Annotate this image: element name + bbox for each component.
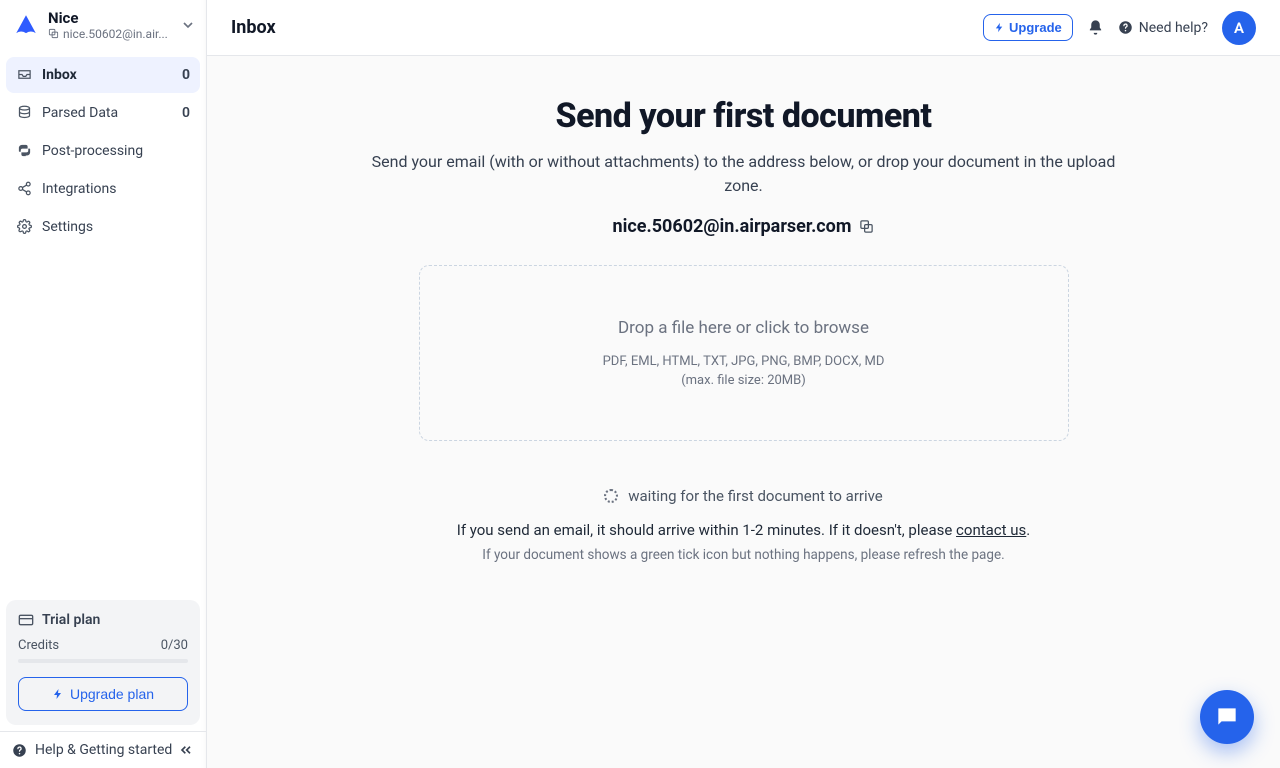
avatar[interactable]: A	[1222, 11, 1256, 45]
dropzone-title: Drop a file here or click to browse	[440, 318, 1048, 338]
bolt-icon	[52, 688, 64, 700]
sidebar-item-integrations[interactable]: Integrations	[6, 171, 200, 207]
sidebar: Nice nice.50602@in.air... Inbox 0	[0, 0, 207, 768]
upload-dropzone[interactable]: Drop a file here or click to browse PDF,…	[419, 265, 1069, 441]
share-icon	[16, 181, 32, 196]
gear-icon	[16, 219, 32, 234]
upgrade-button[interactable]: Upgrade	[983, 14, 1073, 41]
hint-refresh: If your document shows a green tick icon…	[364, 547, 1124, 563]
help-getting-started[interactable]: Help & Getting started	[0, 731, 206, 768]
spinner-icon	[604, 489, 618, 503]
sidebar-item-inbox[interactable]: Inbox 0	[6, 57, 200, 93]
contact-us-link[interactable]: contact us	[956, 521, 1026, 539]
topbar: Inbox Upgrade Need help?	[207, 0, 1280, 56]
inbox-email: nice.50602@in.airparser.com	[613, 216, 852, 237]
bell-icon[interactable]	[1087, 19, 1104, 36]
upgrade-label: Upgrade	[1009, 20, 1062, 35]
hero-heading: Send your first document	[364, 96, 1124, 136]
sidebar-item-label: Settings	[42, 219, 190, 235]
app-logo	[12, 11, 40, 39]
need-help-button[interactable]: Need help?	[1118, 20, 1208, 36]
credits-progress-bar	[18, 659, 188, 663]
sidebar-item-count: 0	[182, 67, 190, 83]
inbox-icon	[16, 67, 32, 82]
page-title: Inbox	[231, 17, 276, 38]
avatar-initial: A	[1234, 19, 1244, 37]
hero-sub: Send your email (with or without attachm…	[364, 150, 1124, 198]
chat-widget-button[interactable]	[1200, 690, 1254, 744]
chevron-down-icon	[180, 17, 196, 33]
credits-label: Credits	[18, 638, 59, 653]
sidebar-item-post-processing[interactable]: Post-processing	[6, 133, 200, 169]
database-icon	[16, 105, 32, 120]
need-help-label: Need help?	[1139, 20, 1208, 36]
chat-icon	[1214, 704, 1240, 730]
help-circle-icon	[12, 743, 27, 758]
sidebar-item-settings[interactable]: Settings	[6, 209, 200, 245]
copy-email-button[interactable]	[859, 219, 874, 234]
hint-email-delay: If you send an email, it should arrive w…	[364, 521, 1124, 539]
help-circle-icon	[1118, 20, 1133, 35]
credit-card-icon	[18, 612, 34, 628]
sidebar-item-label: Integrations	[42, 181, 190, 197]
sidebar-item-label: Inbox	[42, 67, 172, 83]
upgrade-plan-label: Upgrade plan	[70, 686, 154, 702]
sidebar-item-parsed-data[interactable]: Parsed Data 0	[6, 95, 200, 131]
plan-card: Trial plan Credits 0/30 Upgrade plan	[6, 600, 200, 725]
sidebar-item-count: 0	[182, 105, 190, 121]
collapse-icon[interactable]	[178, 742, 194, 758]
hint-text-b: .	[1026, 521, 1030, 539]
workspace-name: Nice	[48, 10, 172, 27]
workspace-email-text: nice.50602@in.air...	[63, 27, 168, 41]
workspace-email: nice.50602@in.air...	[48, 27, 172, 41]
credits-value: 0/30	[161, 638, 188, 653]
sidebar-item-label: Parsed Data	[42, 105, 172, 121]
dropzone-formats: PDF, EML, HTML, TXT, JPG, PNG, BMP, DOCX…	[440, 354, 1048, 369]
waiting-text: waiting for the first document to arrive	[628, 487, 883, 505]
python-icon	[16, 143, 32, 158]
plan-title: Trial plan	[42, 612, 100, 628]
sidebar-item-label: Post-processing	[42, 143, 190, 159]
upgrade-plan-button[interactable]: Upgrade plan	[18, 677, 188, 711]
workspace-switcher[interactable]: Nice nice.50602@in.air...	[0, 0, 206, 51]
dropzone-max: (max. file size: 20MB)	[440, 373, 1048, 388]
help-label: Help & Getting started	[35, 742, 172, 758]
bolt-icon	[994, 22, 1005, 33]
copy-icon	[48, 28, 59, 39]
hint-text-a: If you send an email, it should arrive w…	[457, 521, 956, 539]
